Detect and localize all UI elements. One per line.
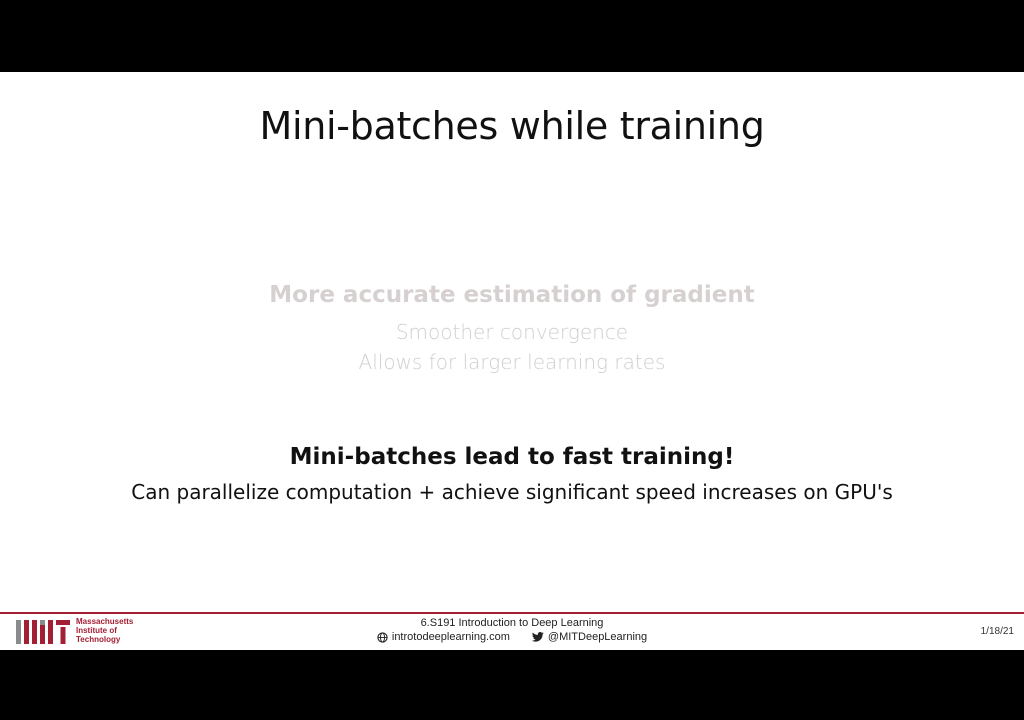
slide-title: Mini-batches while training — [259, 104, 765, 148]
faded-line-1: Smoother convergence — [395, 320, 629, 344]
twitter-handle: @MITDeepLearning — [547, 631, 648, 643]
course-name: 6.S191 Introduction to Deep Learning — [420, 617, 604, 629]
globe-icon — [377, 631, 388, 643]
footer-rule — [0, 612, 1024, 614]
twitter-link[interactable]: @MITDeepLearning — [531, 631, 648, 643]
highlight-heading: Mini-batches lead to fast training! — [289, 444, 735, 470]
website-link[interactable]: introtodeeplearning.com — [377, 631, 510, 643]
slide: Mini-batches while training More accurat… — [0, 72, 1024, 650]
slide-date: 1/18/21 — [980, 626, 1014, 637]
twitter-icon — [531, 632, 544, 642]
faded-line-2: Allows for larger learning rates — [358, 350, 666, 374]
footer-links: introtodeeplearning.com @MITDeepLearning — [0, 631, 1024, 643]
highlight-line: Can parallelize computation + achieve si… — [131, 480, 893, 504]
website-text: introtodeeplearning.com — [391, 631, 510, 643]
faded-heading: More accurate estimation of gradient — [269, 282, 755, 308]
